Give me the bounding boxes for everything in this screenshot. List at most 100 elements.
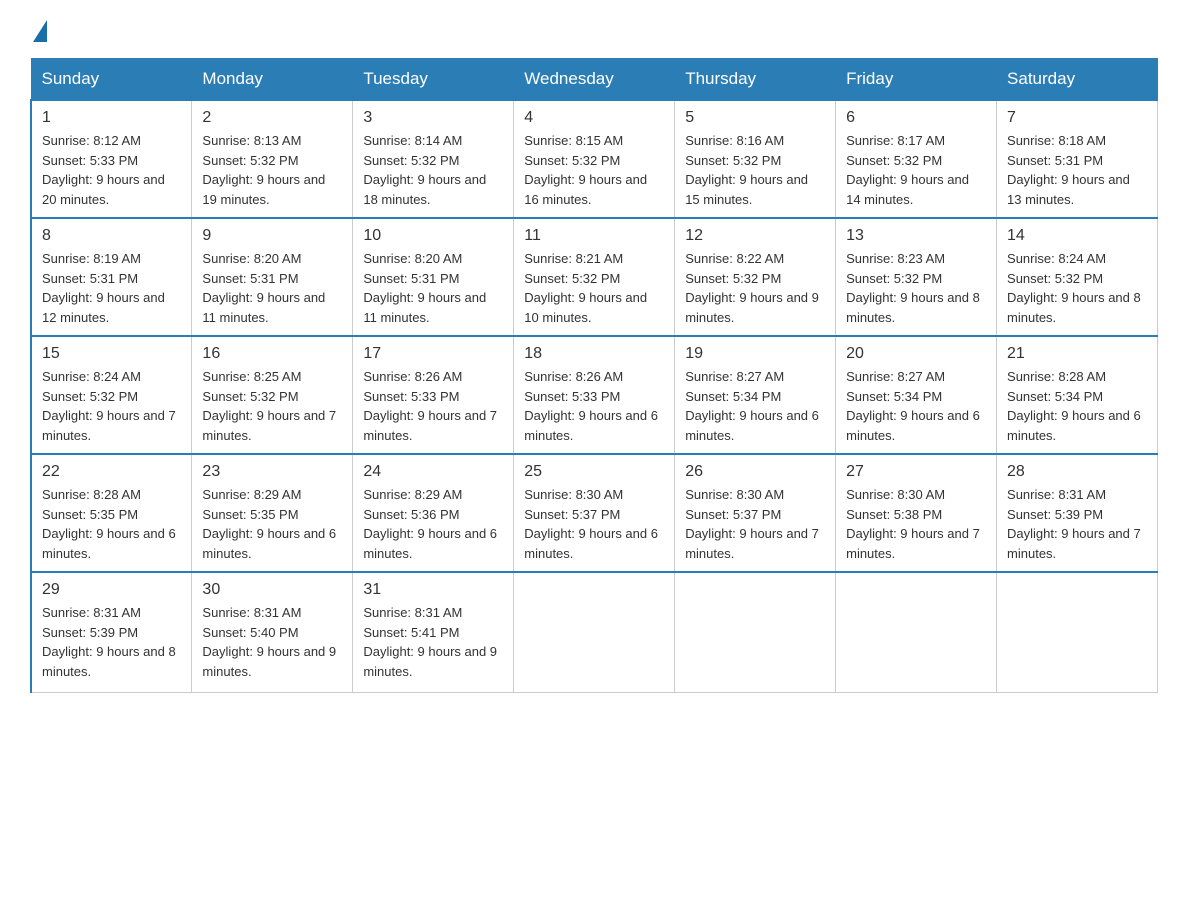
- day-info: Sunrise: 8:26 AMSunset: 5:33 PMDaylight:…: [363, 367, 503, 445]
- calendar-header-friday: Friday: [836, 59, 997, 101]
- calendar-week-row: 15 Sunrise: 8:24 AMSunset: 5:32 PMDayligh…: [31, 336, 1158, 454]
- calendar-header-row: SundayMondayTuesdayWednesdayThursdayFrid…: [31, 59, 1158, 101]
- day-info: Sunrise: 8:30 AMSunset: 5:38 PMDaylight:…: [846, 485, 986, 563]
- calendar-day-cell: 10 Sunrise: 8:20 AMSunset: 5:31 PMDayligh…: [353, 218, 514, 336]
- day-number: 12: [685, 227, 825, 245]
- day-number: 13: [846, 227, 986, 245]
- day-number: 15: [42, 345, 181, 363]
- day-info: Sunrise: 8:23 AMSunset: 5:32 PMDaylight:…: [846, 249, 986, 327]
- calendar-day-cell: 9 Sunrise: 8:20 AMSunset: 5:31 PMDaylight…: [192, 218, 353, 336]
- day-info: Sunrise: 8:22 AMSunset: 5:32 PMDaylight:…: [685, 249, 825, 327]
- calendar-week-row: 22Sunrise: 8:28 AMSunset: 5:35 PMDayligh…: [31, 454, 1158, 572]
- calendar-day-cell: 14Sunrise: 8:24 AMSunset: 5:32 PMDayligh…: [997, 218, 1158, 336]
- calendar-day-cell: 28 Sunrise: 8:31 AMSunset: 5:39 PMDayligh…: [997, 454, 1158, 572]
- calendar-day-cell: 31 Sunrise: 8:31 AMSunset: 5:41 PMDayligh…: [353, 572, 514, 692]
- day-number: 21: [1007, 345, 1147, 363]
- day-number: 31: [363, 581, 503, 599]
- day-number: 9: [202, 227, 342, 245]
- day-number: 11: [524, 227, 664, 245]
- day-number: 3: [363, 109, 503, 127]
- day-number: 20: [846, 345, 986, 363]
- calendar-day-cell: 25Sunrise: 8:30 AMSunset: 5:37 PMDayligh…: [514, 454, 675, 572]
- calendar-day-cell: 4Sunrise: 8:15 AMSunset: 5:32 PMDaylight…: [514, 100, 675, 218]
- calendar-header-monday: Monday: [192, 59, 353, 101]
- calendar-week-row: 1Sunrise: 8:12 AMSunset: 5:33 PMDaylight…: [31, 100, 1158, 218]
- calendar-day-cell: 6 Sunrise: 8:17 AMSunset: 5:32 PMDaylight…: [836, 100, 997, 218]
- calendar-week-row: 29 Sunrise: 8:31 AMSunset: 5:39 PMDayligh…: [31, 572, 1158, 692]
- day-number: 18: [524, 345, 664, 363]
- day-info: Sunrise: 8:20 AMSunset: 5:31 PMDaylight:…: [202, 249, 342, 327]
- day-info: Sunrise: 8:24 AMSunset: 5:32 PMDaylight:…: [42, 367, 181, 445]
- day-number: 17: [363, 345, 503, 363]
- calendar-header-wednesday: Wednesday: [514, 59, 675, 101]
- day-info: Sunrise: 8:27 AMSunset: 5:34 PMDaylight:…: [846, 367, 986, 445]
- calendar-day-cell: 18 Sunrise: 8:26 AMSunset: 5:33 PMDayligh…: [514, 336, 675, 454]
- calendar-header-tuesday: Tuesday: [353, 59, 514, 101]
- day-info: Sunrise: 8:29 AMSunset: 5:36 PMDaylight:…: [363, 485, 503, 563]
- calendar-day-cell: [836, 572, 997, 692]
- calendar-day-cell: 8 Sunrise: 8:19 AMSunset: 5:31 PMDaylight…: [31, 218, 192, 336]
- day-info: Sunrise: 8:27 AMSunset: 5:34 PMDaylight:…: [685, 367, 825, 445]
- calendar-day-cell: 3 Sunrise: 8:14 AMSunset: 5:32 PMDaylight…: [353, 100, 514, 218]
- day-info: Sunrise: 8:24 AMSunset: 5:32 PMDaylight:…: [1007, 249, 1147, 327]
- day-number: 16: [202, 345, 342, 363]
- day-info: Sunrise: 8:16 AMSunset: 5:32 PMDaylight:…: [685, 131, 825, 209]
- day-info: Sunrise: 8:25 AMSunset: 5:32 PMDaylight:…: [202, 367, 342, 445]
- calendar-day-cell: 17 Sunrise: 8:26 AMSunset: 5:33 PMDayligh…: [353, 336, 514, 454]
- day-info: Sunrise: 8:19 AMSunset: 5:31 PMDaylight:…: [42, 249, 181, 327]
- calendar-header-saturday: Saturday: [997, 59, 1158, 101]
- day-info: Sunrise: 8:28 AMSunset: 5:35 PMDaylight:…: [42, 485, 181, 563]
- day-info: Sunrise: 8:14 AMSunset: 5:32 PMDaylight:…: [363, 131, 503, 209]
- day-number: 23: [202, 463, 342, 481]
- calendar-day-cell: 7Sunrise: 8:18 AMSunset: 5:31 PMDaylight…: [997, 100, 1158, 218]
- calendar-day-cell: 1Sunrise: 8:12 AMSunset: 5:33 PMDaylight…: [31, 100, 192, 218]
- day-info: Sunrise: 8:18 AMSunset: 5:31 PMDaylight:…: [1007, 131, 1147, 209]
- calendar-day-cell: 21 Sunrise: 8:28 AMSunset: 5:34 PMDayligh…: [997, 336, 1158, 454]
- calendar-day-cell: [997, 572, 1158, 692]
- calendar-day-cell: 24 Sunrise: 8:29 AMSunset: 5:36 PMDayligh…: [353, 454, 514, 572]
- calendar-table: SundayMondayTuesdayWednesdayThursdayFrid…: [30, 58, 1158, 693]
- day-number: 19: [685, 345, 825, 363]
- calendar-day-cell: 22Sunrise: 8:28 AMSunset: 5:35 PMDayligh…: [31, 454, 192, 572]
- day-number: 29: [42, 581, 181, 599]
- calendar-week-row: 8 Sunrise: 8:19 AMSunset: 5:31 PMDaylight…: [31, 218, 1158, 336]
- day-number: 24: [363, 463, 503, 481]
- day-number: 10: [363, 227, 503, 245]
- calendar-day-cell: 16 Sunrise: 8:25 AMSunset: 5:32 PMDayligh…: [192, 336, 353, 454]
- calendar-day-cell: 30Sunrise: 8:31 AMSunset: 5:40 PMDayligh…: [192, 572, 353, 692]
- calendar-day-cell: 15 Sunrise: 8:24 AMSunset: 5:32 PMDayligh…: [31, 336, 192, 454]
- calendar-day-cell: 23Sunrise: 8:29 AMSunset: 5:35 PMDayligh…: [192, 454, 353, 572]
- day-number: 8: [42, 227, 181, 245]
- logo: [30, 20, 47, 40]
- day-number: 28: [1007, 463, 1147, 481]
- day-info: Sunrise: 8:15 AMSunset: 5:32 PMDaylight:…: [524, 131, 664, 209]
- calendar-day-cell: 27Sunrise: 8:30 AMSunset: 5:38 PMDayligh…: [836, 454, 997, 572]
- calendar-day-cell: [514, 572, 675, 692]
- day-info: Sunrise: 8:17 AMSunset: 5:32 PMDaylight:…: [846, 131, 986, 209]
- day-number: 6: [846, 109, 986, 127]
- day-info: Sunrise: 8:31 AMSunset: 5:40 PMDaylight:…: [202, 603, 342, 681]
- calendar-day-cell: 5Sunrise: 8:16 AMSunset: 5:32 PMDaylight…: [675, 100, 836, 218]
- calendar-day-cell: 2Sunrise: 8:13 AMSunset: 5:32 PMDaylight…: [192, 100, 353, 218]
- day-info: Sunrise: 8:21 AMSunset: 5:32 PMDaylight:…: [524, 249, 664, 327]
- day-info: Sunrise: 8:30 AMSunset: 5:37 PMDaylight:…: [685, 485, 825, 563]
- day-info: Sunrise: 8:31 AMSunset: 5:39 PMDaylight:…: [42, 603, 181, 681]
- calendar-header-thursday: Thursday: [675, 59, 836, 101]
- calendar-day-cell: [675, 572, 836, 692]
- day-info: Sunrise: 8:26 AMSunset: 5:33 PMDaylight:…: [524, 367, 664, 445]
- day-info: Sunrise: 8:31 AMSunset: 5:39 PMDaylight:…: [1007, 485, 1147, 563]
- calendar-day-cell: 12 Sunrise: 8:22 AMSunset: 5:32 PMDayligh…: [675, 218, 836, 336]
- logo-triangle-icon: [33, 20, 47, 42]
- day-number: 1: [42, 109, 181, 127]
- calendar-header-sunday: Sunday: [31, 59, 192, 101]
- day-number: 26: [685, 463, 825, 481]
- day-info: Sunrise: 8:31 AMSunset: 5:41 PMDaylight:…: [363, 603, 503, 681]
- day-info: Sunrise: 8:13 AMSunset: 5:32 PMDaylight:…: [202, 131, 342, 209]
- calendar-day-cell: 20 Sunrise: 8:27 AMSunset: 5:34 PMDayligh…: [836, 336, 997, 454]
- calendar-day-cell: 19 Sunrise: 8:27 AMSunset: 5:34 PMDayligh…: [675, 336, 836, 454]
- day-info: Sunrise: 8:28 AMSunset: 5:34 PMDaylight:…: [1007, 367, 1147, 445]
- day-info: Sunrise: 8:20 AMSunset: 5:31 PMDaylight:…: [363, 249, 503, 327]
- calendar-day-cell: 29 Sunrise: 8:31 AMSunset: 5:39 PMDayligh…: [31, 572, 192, 692]
- calendar-day-cell: 26 Sunrise: 8:30 AMSunset: 5:37 PMDayligh…: [675, 454, 836, 572]
- day-number: 25: [524, 463, 664, 481]
